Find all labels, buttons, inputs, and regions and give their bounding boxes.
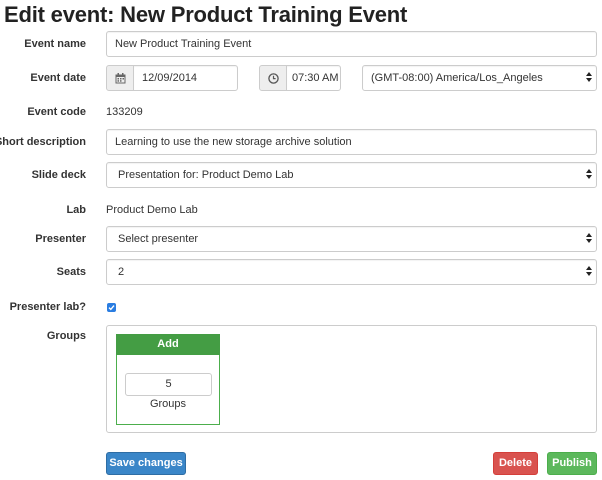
event-name-input[interactable]: New Product Training Event — [106, 31, 597, 57]
event-code-value: 133209 — [106, 106, 143, 118]
presenter-row: Presenter Select presenter — [0, 226, 602, 252]
lab-label: Lab — [66, 204, 86, 216]
event-date-input[interactable]: 12/09/2014 — [133, 65, 238, 91]
lab-value: Product Demo Lab — [106, 204, 198, 216]
slide-deck-select[interactable]: Presentation for: Product Demo Lab — [106, 162, 597, 188]
presenter-select-value: Select presenter — [118, 233, 199, 245]
seats-label: Seats — [56, 266, 86, 278]
clock-icon-graphic — [267, 72, 279, 84]
add-group-button[interactable]: Add — [116, 334, 220, 355]
event-date-row: Event date 12/09/2014 07:30 AM (GMT-08:0… — [0, 65, 602, 91]
check-icon — [108, 305, 115, 311]
group-count-input[interactable]: 5 — [125, 373, 212, 396]
chevron-updown-icon — [585, 72, 592, 84]
presenter-lab-row: Presenter lab? — [0, 294, 602, 320]
group-count-caption: Groups — [149, 398, 187, 410]
chevron-updown-icon — [585, 266, 592, 278]
slide-deck-select-value: Presentation for: Product Demo Lab — [118, 169, 294, 181]
short-description-input[interactable]: Learning to use the new storage archive … — [106, 129, 597, 155]
short-description-label: Short description — [0, 136, 86, 148]
event-time-input[interactable]: 07:30 AM — [286, 65, 341, 91]
seats-row: Seats 2 — [0, 259, 602, 285]
presenter-lab-label: Presenter lab? — [9, 301, 86, 313]
chevron-updown-icon — [585, 169, 592, 181]
event-code-label: Event code — [27, 106, 86, 118]
seats-select-value: 2 — [118, 266, 125, 278]
slide-deck-row: Slide deck Presentation for: Product Dem… — [0, 162, 602, 188]
event-code-row: Event code 133209 — [0, 99, 602, 125]
chevron-updown-icon — [585, 233, 592, 245]
group-card: Add 5 Groups — [116, 334, 220, 425]
publish-button[interactable]: Publish — [547, 452, 597, 475]
timezone-select[interactable]: (GMT-08:00) America/Los_Angeles — [362, 65, 597, 91]
groups-panel: Add 5 Groups — [106, 325, 597, 433]
calendar-icon-graphic — [115, 72, 125, 83]
groups-label: Groups — [46, 330, 86, 342]
page-title: Edit event: New Product Training Event — [4, 2, 408, 27]
presenter-label: Presenter — [35, 233, 86, 245]
clock-icon[interactable] — [259, 65, 287, 91]
event-name-label: Event name — [24, 38, 86, 50]
delete-button[interactable]: Delete — [493, 452, 538, 475]
calendar-icon[interactable] — [106, 65, 134, 91]
event-name-row: Event name New Product Training Event — [0, 31, 602, 57]
save-changes-button[interactable]: Save changes — [106, 452, 186, 475]
event-date-label: Event date — [30, 72, 86, 84]
seats-select[interactable]: 2 — [106, 259, 597, 285]
presenter-select[interactable]: Select presenter — [106, 226, 597, 252]
short-description-row: Short description Learning to use the ne… — [0, 129, 602, 155]
slide-deck-label: Slide deck — [31, 169, 86, 181]
presenter-lab-checkbox[interactable] — [107, 303, 116, 312]
timezone-select-value: (GMT-08:00) America/Los_Angeles — [371, 72, 543, 84]
lab-row: Lab Product Demo Lab — [0, 197, 602, 223]
